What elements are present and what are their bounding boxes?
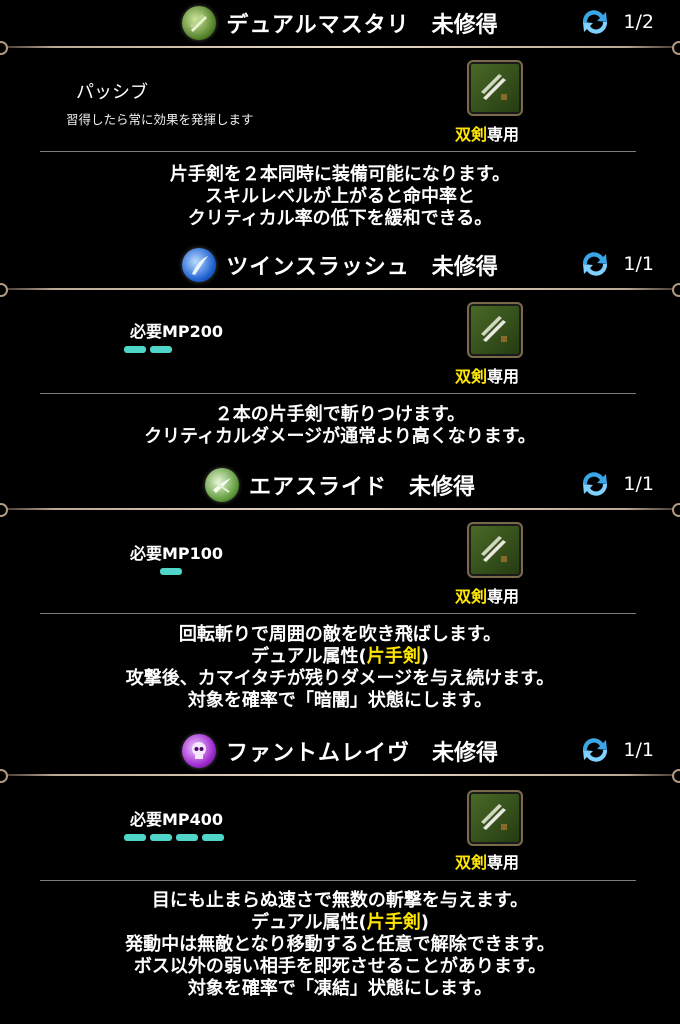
dual-sword-icon — [467, 302, 523, 358]
description-line: 目にも止まらぬ速さで無数の斬撃を与えます。 — [151, 890, 529, 911]
skill-header: ツインスラッシュ 未修得 1/1 — [0, 242, 680, 297]
header-divider — [0, 283, 680, 297]
description-line: ボス以外の弱い相手を即死させることがあります。 — [133, 956, 547, 977]
weapon-type: 双剣 — [455, 853, 488, 872]
skill-name: エアスライド — [248, 475, 387, 500]
description-line: 回転斬りで周囲の敵を吹き飛ばします。 — [178, 624, 502, 645]
skill-learn-state: 未修得 — [431, 13, 498, 38]
skill-description: ２本の片手剣で斬りつけます。 クリティカルダメージが通常より高くなります。 — [0, 404, 680, 448]
level-up-icon[interactable] — [579, 736, 611, 764]
skill-description: 回転斬りで周囲の敵を吹き飛ばします。 デュアル属性(片手剣) 攻撃後、カマイタチ… — [0, 624, 680, 712]
skill-name: ツインスラッシュ — [226, 255, 410, 280]
description-line: スキルレベルが上がると命中率と — [205, 186, 475, 207]
dual-mastery-icon — [182, 6, 217, 40]
section-divider — [40, 151, 636, 152]
attribute-close: ) — [420, 646, 429, 667]
skill-panel-air-slide: エアスライド 未修得 1/1 必要MP100 双剣専用 回転斬りで周囲の敵を吹き… — [0, 462, 680, 711]
skill-header: ファントムレイヴ 未修得 1/1 — [0, 728, 680, 783]
mp-cost: 必要MP400 — [130, 810, 224, 829]
description-line: デュアル属性(片手剣) — [0, 912, 680, 934]
skill-name: デュアルマスタリ — [226, 13, 410, 38]
weapon-requirement: 双剣専用 — [455, 849, 519, 873]
weapon-type: 双剣 — [455, 367, 488, 386]
weapon-requirement: 双剣専用 — [455, 121, 519, 145]
description-line: 片手剣を２本同時に装備可能になります。 — [169, 164, 511, 185]
mp-bar — [150, 346, 172, 353]
description-line: 対象を確率で「暗闇」状態にします。 — [187, 690, 493, 711]
skill-level: 1/2 — [623, 11, 654, 33]
description-line: 対象を確率で「凍結」状態にします。 — [187, 978, 493, 999]
weapon-requirement: 双剣専用 — [455, 583, 519, 607]
twin-slash-icon — [182, 248, 217, 282]
skill-description: 目にも止まらぬ速さで無数の斬撃を与えます。 デュアル属性(片手剣) 発動中は無敵… — [0, 890, 680, 1000]
dual-sword-icon — [467, 522, 523, 578]
description-line: クリティカルダメージが通常より高くなります。 — [144, 426, 536, 447]
section-divider — [40, 880, 636, 881]
section-divider — [40, 613, 636, 614]
dual-sword-icon — [467, 60, 523, 116]
skill-level: 1/1 — [623, 253, 654, 275]
mp-cost: 必要MP100 — [130, 544, 224, 563]
weapon-only-label: 専用 — [487, 125, 520, 144]
weapon-only-label: 専用 — [487, 587, 520, 606]
mp-cost: 必要MP200 — [130, 322, 224, 341]
mp-bar — [124, 346, 146, 353]
skill-header: エアスライド 未修得 1/1 — [0, 462, 680, 517]
weapon-only-label: 専用 — [487, 367, 520, 386]
attribute-highlight: 片手剣 — [366, 912, 421, 933]
skill-name: ファントムレイヴ — [225, 741, 410, 766]
mp-gauge — [124, 346, 172, 353]
header-divider — [0, 769, 680, 783]
skill-panel-phantom-rave: ファントムレイヴ 未修得 1/1 必要MP400 双剣専用 目にも止まらぬ速さで… — [0, 728, 680, 999]
description-line: クリティカル率の低下を緩和できる。 — [187, 208, 493, 229]
mp-bar — [124, 834, 146, 841]
mp-gauge — [160, 568, 182, 575]
mp-bar — [176, 834, 198, 841]
mp-bar — [150, 834, 172, 841]
skill-description: 片手剣を２本同時に装備可能になります。 スキルレベルが上がると命中率と クリティ… — [0, 164, 680, 230]
header-divider — [0, 503, 680, 517]
weapon-type: 双剣 — [455, 587, 488, 606]
weapon-only-label: 専用 — [487, 853, 520, 872]
description-line: ２本の片手剣で斬りつけます。 — [214, 404, 466, 425]
section-divider — [40, 393, 636, 394]
attribute-highlight: 片手剣 — [366, 646, 421, 667]
skill-learn-state: 未修得 — [409, 475, 476, 500]
level-up-icon[interactable] — [579, 250, 611, 278]
description-line: 攻撃後、カマイタチが残りダメージを与え続けます。 — [125, 668, 555, 689]
attribute-close: ) — [420, 912, 429, 933]
mp-gauge — [124, 834, 224, 841]
skill-level: 1/1 — [623, 739, 654, 761]
mp-bar — [202, 834, 224, 841]
description-line: デュアル属性(片手剣) — [0, 646, 680, 668]
skull-icon — [181, 734, 216, 768]
header-divider — [0, 41, 680, 55]
attribute-label: デュアル属性( — [251, 912, 367, 933]
skill-header: デュアルマスタリ 未修得 1/2 — [0, 0, 680, 55]
level-up-icon[interactable] — [579, 470, 611, 498]
skill-panel-dual-mastery: デュアルマスタリ 未修得 1/2 パッシブ 習得したら常に効果を発揮します 双剣… — [0, 0, 680, 229]
skill-learn-state: 未修得 — [431, 255, 498, 280]
condition-description: 習得したら常に効果を発揮します — [66, 112, 254, 127]
condition-type: パッシブ — [76, 82, 148, 103]
skill-panel-twin-slash: ツインスラッシュ 未修得 1/1 必要MP200 双剣専用 ２本の片手剣で斬りつ… — [0, 242, 680, 447]
description-line: 発動中は無敵となり移動すると任意で解除できます。 — [125, 934, 555, 955]
dual-sword-icon — [467, 790, 523, 846]
skill-learn-state: 未修得 — [432, 741, 499, 766]
weapon-requirement: 双剣専用 — [455, 363, 519, 387]
skill-level: 1/1 — [623, 473, 654, 495]
air-slide-icon — [204, 468, 239, 502]
mp-bar — [160, 568, 182, 575]
attribute-label: デュアル属性( — [251, 646, 367, 667]
level-up-icon[interactable] — [579, 8, 611, 36]
weapon-type: 双剣 — [455, 125, 488, 144]
